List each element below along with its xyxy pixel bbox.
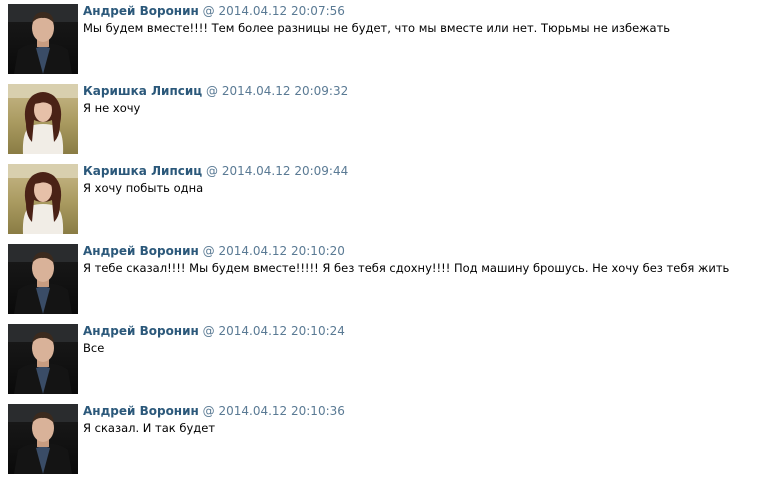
avatar[interactable] <box>8 324 78 394</box>
message-5: Андрей Воронин @ 2014.04.12 20:10:24 Все <box>8 323 768 394</box>
timestamp: 2014.04.12 20:10:20 <box>218 244 345 258</box>
separator: @ <box>205 84 218 98</box>
author-link[interactable]: Андрей Воронин <box>83 244 199 258</box>
message-text: Я хочу побыть одна <box>83 181 204 195</box>
separator: @ <box>202 404 215 418</box>
avatar[interactable] <box>8 4 78 74</box>
timestamp: 2014.04.12 20:10:24 <box>218 324 345 338</box>
separator: @ <box>202 4 215 18</box>
avatar[interactable] <box>8 404 78 474</box>
separator: @ <box>205 164 218 178</box>
timestamp: 2014.04.12 20:09:44 <box>221 164 349 178</box>
message-2: Каришка Липсиц @ 2014.04.12 20:09:32 Я н… <box>8 83 768 154</box>
author-link[interactable]: Андрей Воронин <box>83 4 199 18</box>
author-link[interactable]: Каришка Липсиц <box>83 164 202 178</box>
author-link[interactable]: Андрей Воронин <box>83 404 199 418</box>
author-link[interactable]: Каришка Липсиц <box>83 84 202 98</box>
avatar[interactable] <box>8 244 78 314</box>
message-header: Андрей Воронин @ 2014.04.12 20:10:20 <box>83 243 345 259</box>
message-header: Каришка Липсиц @ 2014.04.12 20:09:32 <box>83 83 348 99</box>
separator: @ <box>202 244 215 258</box>
message-text: Мы будем вместе!!!! Тем более разницы не… <box>83 21 671 35</box>
message-text: Я тебе сказал!!!! Мы будем вместе!!!!! Я… <box>83 261 730 275</box>
message-header: Каришка Липсиц @ 2014.04.12 20:09:44 <box>83 163 348 179</box>
message-text: Я сказал. И так будет <box>83 421 216 435</box>
author-link[interactable]: Андрей Воронин <box>83 324 199 338</box>
timestamp: 2014.04.12 20:07:56 <box>218 4 345 18</box>
avatar[interactable] <box>8 84 78 154</box>
message-6: Андрей Воронин @ 2014.04.12 20:10:36 Я с… <box>8 403 768 474</box>
timestamp: 2014.04.12 20:10:36 <box>218 404 345 418</box>
message-header: Андрей Воронин @ 2014.04.12 20:10:36 <box>83 403 345 419</box>
message-text: Я не хочу <box>83 101 141 115</box>
timestamp: 2014.04.12 20:09:32 <box>221 84 349 98</box>
message-header: Андрей Воронин @ 2014.04.12 20:07:56 <box>83 3 345 19</box>
message-text: Все <box>83 341 105 355</box>
message-4: Андрей Воронин @ 2014.04.12 20:10:20 Я т… <box>8 243 768 314</box>
message-header: Андрей Воронин @ 2014.04.12 20:10:24 <box>83 323 345 339</box>
message-3: Каришка Липсиц @ 2014.04.12 20:09:44 Я х… <box>8 163 768 234</box>
avatar[interactable] <box>8 164 78 234</box>
message-1: Андрей Воронин @ 2014.04.12 20:07:56 Мы … <box>8 3 768 74</box>
separator: @ <box>202 324 215 338</box>
